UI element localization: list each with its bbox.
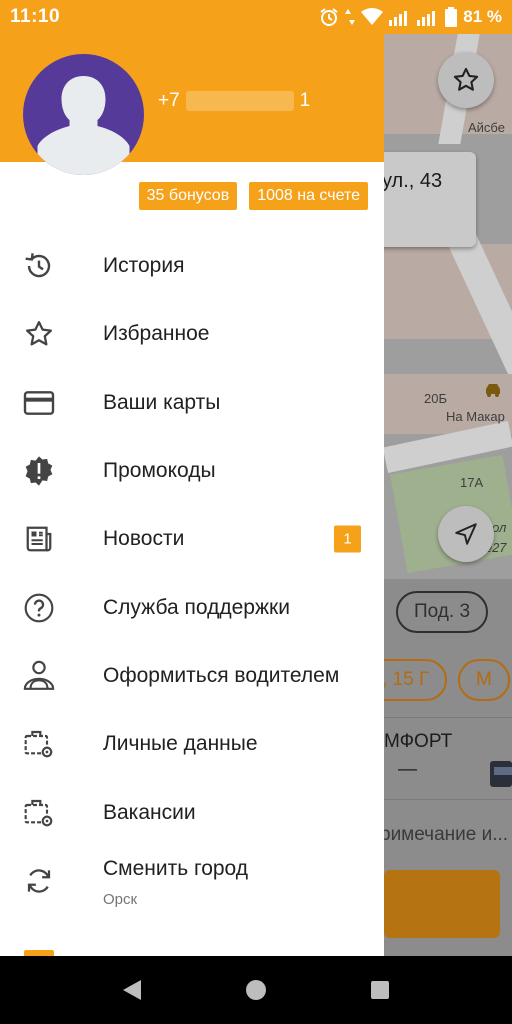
navigation-drawer: +7 1 35 бонусов 1008 на счете История Изб… — [0, 34, 384, 956]
menu-item-become-driver[interactable]: Оформиться водителем — [0, 642, 384, 710]
menu-label: Сменить город — [103, 856, 249, 880]
briefcase-gear-icon — [22, 796, 56, 830]
battery-icon — [445, 7, 458, 27]
system-nav-bar — [0, 956, 512, 1024]
menu-label: Вакансии — [103, 800, 196, 824]
status-bar: 11:10 81 % — [0, 0, 512, 34]
battery-percent: 81 % — [463, 7, 502, 26]
back-triangle-icon — [123, 980, 141, 1000]
recents-button[interactable] — [360, 970, 400, 1010]
menu-item-news[interactable]: Новости 1 — [0, 505, 384, 573]
current-city: Орск — [103, 890, 138, 908]
menu-item-cards[interactable]: Ваши карты — [0, 369, 384, 437]
navigation-arrow-icon — [455, 523, 477, 545]
home-circle-icon — [246, 980, 266, 1000]
wifi-icon — [361, 8, 384, 25]
order-button[interactable] — [384, 870, 500, 938]
account-badges: 35 бонусов 1008 на счете — [138, 182, 368, 210]
tariff-name[interactable]: МФОРТ — [384, 731, 452, 753]
user-silhouette-icon — [37, 76, 130, 175]
menu-item-promocodes[interactable]: Промокоды — [0, 437, 384, 505]
menu-item-support[interactable]: Служба поддержки — [0, 573, 384, 641]
menu-label: Промокоды — [103, 459, 216, 483]
address-chip-label: , 15 Г — [384, 669, 430, 690]
news-icon — [22, 522, 56, 556]
menu-label: Личные данные — [103, 732, 258, 756]
menu-item-change-city[interactable]: Сменить город Орск — [0, 847, 384, 915]
divider — [384, 717, 512, 718]
menu-item-favorites[interactable]: Избранное — [0, 300, 384, 368]
menu-item-personal-data[interactable]: Личные данные — [0, 710, 384, 778]
menu-label: Избранное — [103, 322, 210, 346]
address-card[interactable]: ул., 43 — [368, 152, 476, 247]
data-arrows-icon — [345, 9, 356, 25]
driver-icon — [22, 659, 56, 693]
extra-chip[interactable]: М — [458, 659, 510, 701]
order-panel: Под. 3 , 15 Г М МФОРТ — римечание и... — [384, 579, 512, 956]
signal-icon — [389, 11, 408, 26]
refresh-icon — [22, 864, 56, 898]
history-icon — [22, 249, 56, 283]
my-location-fab[interactable] — [438, 506, 494, 562]
map-label: 20Б — [424, 391, 447, 406]
status-icons: 81 % — [319, 7, 502, 27]
menu-label: Оформиться водителем — [103, 663, 340, 687]
credit-card-icon — [22, 386, 56, 420]
menu-item-vacancies[interactable]: Вакансии — [0, 778, 384, 846]
user-phone: +7 1 — [158, 90, 310, 112]
phone-prefix: +7 — [158, 90, 180, 111]
signal-icon-2 — [417, 11, 436, 26]
menu-item-history[interactable]: История — [0, 232, 384, 300]
menu-label: Новости — [103, 527, 185, 551]
map-view[interactable]: Айсбе 20Б На Макар 17А Школ №27 — [384, 34, 512, 579]
briefcase-gear-icon — [22, 727, 56, 761]
avatar[interactable] — [23, 54, 144, 175]
map-label: 17А — [460, 475, 484, 490]
address-chip[interactable]: , 15 Г — [384, 659, 448, 701]
divider — [384, 799, 512, 800]
car-icon — [490, 761, 512, 787]
tariff-price: — — [398, 759, 417, 780]
home-button[interactable] — [236, 970, 276, 1010]
map-label: Айсбе — [468, 120, 505, 135]
entrance-chip[interactable]: Под. 3 — [396, 591, 489, 633]
entrance-chip-label: Под. 3 — [414, 601, 471, 622]
map-label: На Макар — [446, 409, 505, 424]
taxi-marker-icon — [486, 384, 500, 397]
help-icon — [22, 591, 56, 625]
star-outline-icon — [22, 317, 56, 351]
alarm-icon — [320, 8, 338, 26]
note-field[interactable]: римечание и... — [384, 824, 508, 846]
extra-chip-label: М — [476, 669, 492, 690]
promo-badge-icon — [22, 454, 56, 488]
menu-label: История — [103, 254, 185, 278]
address-text: ул., 43 — [382, 170, 443, 192]
balance-badge[interactable]: 1008 на счете — [249, 182, 368, 210]
recents-square-icon — [371, 981, 389, 999]
phone-redacted — [185, 90, 294, 111]
star-outline-icon — [453, 67, 479, 91]
phone-suffix: 1 — [299, 90, 311, 111]
bonus-badge[interactable]: 35 бонусов — [138, 182, 238, 210]
status-time: 11:10 — [10, 6, 61, 27]
news-count-badge: 1 — [334, 525, 361, 553]
menu-label: Ваши карты — [103, 390, 221, 414]
menu-label: Служба поддержки — [103, 595, 290, 619]
drawer-menu: История Избранное Ваши карты Промокоды Н… — [0, 232, 384, 915]
favorite-fab[interactable] — [438, 52, 494, 108]
back-button[interactable] — [112, 970, 152, 1010]
